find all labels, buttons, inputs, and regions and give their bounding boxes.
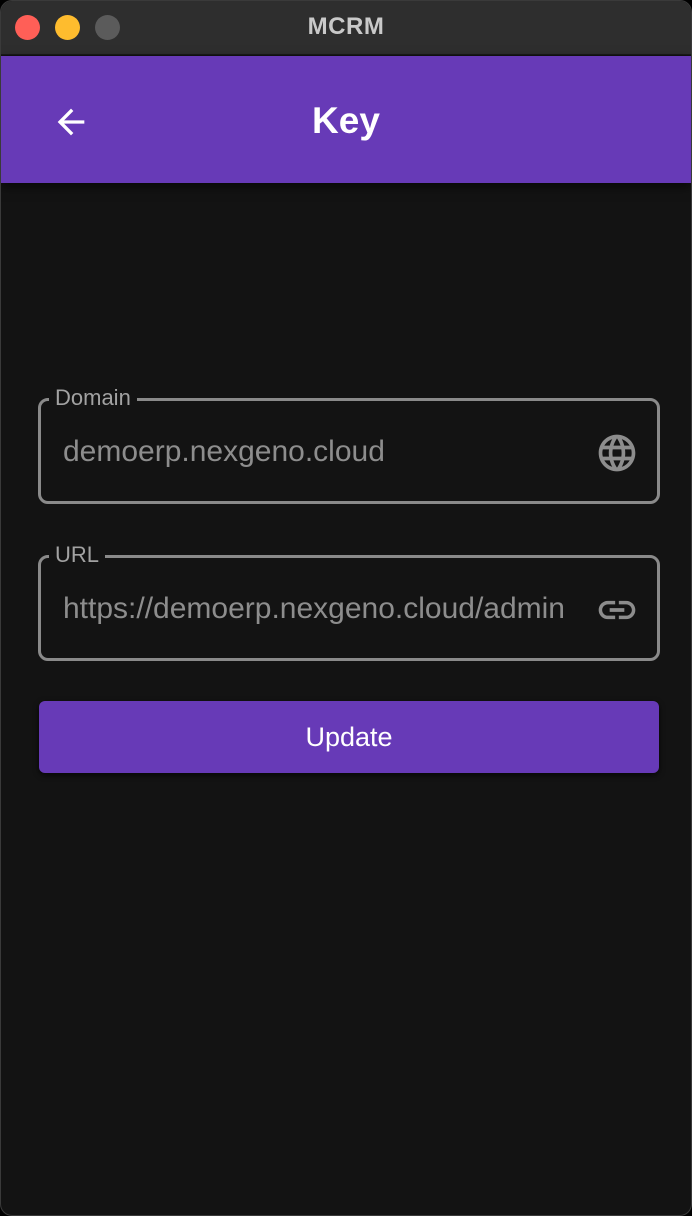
url-field[interactable]: URL	[38, 542, 660, 661]
app-window: MCRM Key Domain URL Update	[0, 0, 692, 1216]
page-title: Key	[312, 100, 380, 141]
url-input[interactable]	[63, 590, 571, 628]
domain-input[interactable]	[63, 433, 571, 471]
domain-field-label: Domain	[49, 385, 137, 411]
link-icon	[598, 600, 636, 620]
domain-field[interactable]: Domain	[38, 385, 660, 504]
globe-icon	[598, 434, 636, 472]
update-button[interactable]: Update	[39, 701, 659, 773]
app-bar: Key	[1, 56, 691, 183]
url-field-label: URL	[49, 542, 106, 568]
window-title: MCRM	[307, 13, 385, 40]
window-titlebar[interactable]: MCRM	[1, 1, 691, 55]
